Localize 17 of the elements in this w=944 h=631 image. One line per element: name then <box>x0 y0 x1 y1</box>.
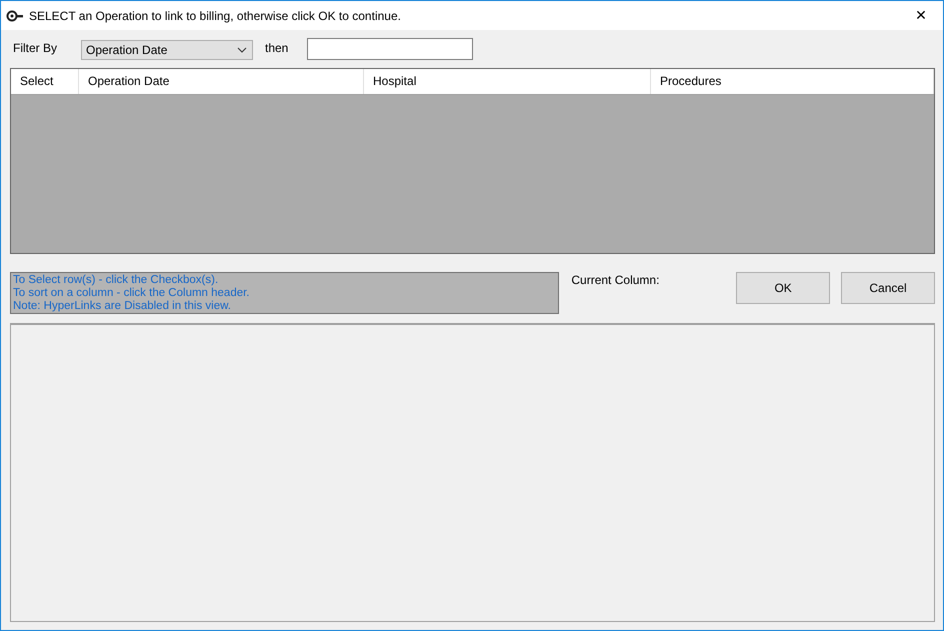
cancel-button[interactable]: Cancel <box>841 272 935 304</box>
column-header[interactable]: Procedures <box>651 69 934 94</box>
then-input-field[interactable] <box>307 38 473 60</box>
chevron-down-icon <box>237 47 247 53</box>
column-header[interactable]: Operation Date <box>79 69 364 94</box>
column-header[interactable]: Select <box>11 69 79 94</box>
filter-label: Filter By <box>12 41 58 55</box>
ok-button[interactable]: OK <box>736 272 830 304</box>
filter-dropdown[interactable]: Operation Date <box>81 40 253 60</box>
instruction-text: To Select row(s) - click the Checkbox(s). <box>13 274 220 287</box>
instruction-text: Note: HyperLinks are Disabled in this view. <box>13 300 232 313</box>
column-header[interactable]: Hospital <box>364 69 651 94</box>
current-column-label: Current Column: <box>571 273 660 287</box>
gear-key-icon <box>6 10 24 22</box>
then-label: then <box>265 41 290 55</box>
window-title: SELECT an Operation to link to billing, otherwise click OK to continue. <box>29 8 402 22</box>
instruction-text: To sort on a column - click the Column header. <box>13 287 251 300</box>
